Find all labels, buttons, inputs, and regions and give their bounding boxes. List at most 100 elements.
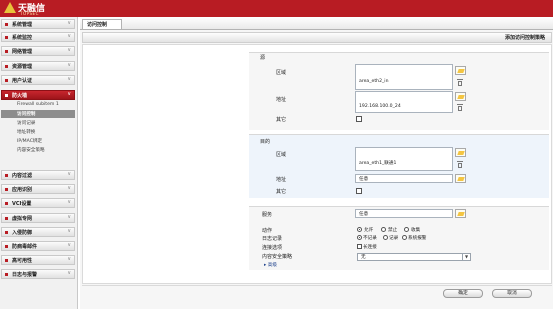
- edit-icon: [457, 151, 465, 155]
- long-connection-checkbox[interactable]: [357, 244, 362, 249]
- log-record-label: 记录: [389, 236, 399, 241]
- sidebar-subitem-access-control[interactable]: 访问控制: [1, 110, 75, 118]
- brand-logo: 天融信 TOPSEC: [4, 1, 84, 16]
- ok-button[interactable]: 确定: [443, 289, 483, 298]
- destination-zone-edit-button[interactable]: [455, 148, 466, 157]
- sidebar-subitem-content-policy[interactable]: 内容安全策略: [1, 146, 75, 154]
- sidebar-item-app-identification[interactable]: 应用识别 ∨: [1, 184, 75, 194]
- sidebar-item-label: 资源管理: [12, 64, 33, 70]
- log-none-label: 不记录: [363, 236, 377, 241]
- service-field[interactable]: 任意: [355, 209, 453, 218]
- bullet-icon: [5, 174, 8, 177]
- sidebar-item-high-availability[interactable]: 高可用性 ∨: [1, 255, 75, 265]
- bullet-icon: [5, 259, 8, 262]
- log-record-radio[interactable]: [383, 235, 388, 240]
- sidebar-item-label: 用户认证: [12, 78, 33, 84]
- bullet-icon: [5, 202, 8, 205]
- source-address-value: 192.168.100.0_24: [359, 104, 401, 109]
- long-connection-label: 长连接: [363, 245, 377, 250]
- bullet-icon: [5, 94, 8, 97]
- source-zone-value: area_eth2_in: [359, 79, 389, 84]
- destination-address-field[interactable]: 任意: [355, 174, 453, 183]
- advanced-link[interactable]: ▸ 高级: [264, 262, 277, 268]
- sidebar-subitem-nat[interactable]: 地址转换: [1, 128, 75, 136]
- bullet-icon: [5, 36, 8, 39]
- subitem-label: IP/MAC绑定: [17, 139, 43, 144]
- sidebar-item-label: 高可用性: [12, 258, 33, 264]
- bullet-icon: [5, 245, 8, 248]
- log-none-radio[interactable]: [357, 235, 362, 240]
- tab-access-control[interactable]: 访问控制: [82, 19, 122, 29]
- brand-name-en: TOPSEC: [20, 11, 39, 16]
- edit-icon: [457, 177, 465, 181]
- sidebar-item-log-alarm[interactable]: 日志与报警 ∨: [1, 269, 75, 279]
- source-other-checkbox[interactable]: [356, 116, 362, 122]
- sidebar-subitem-ip-mac-binding[interactable]: IP/MAC绑定: [1, 137, 75, 145]
- sidebar-item-label: 防火墙: [12, 93, 28, 99]
- bullet-icon: [5, 231, 8, 234]
- sidebar-item-antivirus-mail[interactable]: 防病毒邮件 ∨: [1, 241, 75, 251]
- action-deny-radio[interactable]: [381, 227, 386, 232]
- chevron-down-icon: ∨: [67, 47, 71, 53]
- destination-address-value: 任意: [359, 177, 369, 182]
- sidebar-item-ips[interactable]: 入侵防御 ∨: [1, 227, 75, 237]
- sidebar-item-system-management[interactable]: 系统管理 ∨: [1, 19, 75, 29]
- action-allow-radio[interactable]: [357, 227, 362, 232]
- source-title: 源: [260, 55, 266, 61]
- connection-label: 连接选项: [262, 245, 283, 251]
- edit-icon: [457, 69, 465, 73]
- source-zone-delete-icon[interactable]: [457, 79, 463, 86]
- action-collect-radio[interactable]: [404, 227, 409, 232]
- destination-zone-delete-icon[interactable]: [457, 161, 463, 168]
- service-edit-button[interactable]: [455, 209, 466, 218]
- chevron-down-icon: ∨: [67, 76, 71, 82]
- bullet-icon: [5, 23, 8, 26]
- source-address-label: 地址: [276, 97, 287, 103]
- destination-address-edit-button[interactable]: [455, 174, 466, 183]
- sidebar-item-vpn[interactable]: 虚拟专网 ∨: [1, 213, 75, 223]
- destination-zone-list[interactable]: area_eth1_联通1: [355, 147, 453, 171]
- subitem-label: 访问记录: [17, 121, 36, 126]
- sidebar-item-label: 入侵防御: [12, 230, 33, 236]
- sidebar-item-resource-management[interactable]: 资源管理 ∨: [1, 61, 75, 71]
- chevron-down-icon: ∨: [67, 33, 71, 39]
- destination-zone-value: area_eth1_联通1: [359, 161, 397, 166]
- bullet-icon: [5, 79, 8, 82]
- sidebar-item-user-auth[interactable]: 用户认证 ∨: [1, 75, 75, 85]
- service-label: 服务: [262, 212, 273, 218]
- source-zone-edit-button[interactable]: [455, 66, 466, 75]
- page-title-bar: 添加访问控制策略: [82, 32, 552, 43]
- action-collect-label: 收集: [411, 228, 421, 233]
- page-title: 添加访问控制策略: [504, 35, 545, 41]
- bullet-icon: [5, 273, 8, 276]
- action-deny-label: 禁止: [388, 228, 398, 233]
- sidebar-item-label: 防病毒邮件: [12, 244, 38, 250]
- sidebar-item-network-management[interactable]: 网络管理 ∨: [1, 46, 75, 56]
- bullet-icon: [5, 65, 8, 68]
- sidebar-item-firewall[interactable]: 防火墙 ∨: [1, 90, 75, 100]
- tab-bar: [80, 17, 553, 30]
- source-address-edit-button[interactable]: [455, 92, 466, 101]
- service-value: 任意: [359, 212, 369, 217]
- source-address-list[interactable]: 192.168.100.0_24: [355, 91, 453, 113]
- cancel-button[interactable]: 取消: [492, 289, 532, 298]
- sidebar-subitem-access-log[interactable]: 访问记录: [1, 119, 75, 127]
- log-alarm-radio[interactable]: [402, 235, 407, 240]
- content-policy-select[interactable]: 无 ▼: [357, 253, 471, 261]
- bullet-icon: [5, 50, 8, 53]
- sidebar-subitem-1[interactable]: Firewall subitem 1: [1, 101, 75, 109]
- sidebar-item-label: 内容过滤: [12, 173, 33, 179]
- source-address-delete-icon[interactable]: [457, 104, 463, 111]
- source-other-label: 其它: [276, 117, 287, 123]
- log-label: 日志记录: [262, 236, 283, 242]
- destination-other-checkbox[interactable]: [356, 188, 362, 194]
- logo-mark-icon: [4, 2, 16, 13]
- sidebar-item-vci-settings[interactable]: VCI设置 ∨: [1, 198, 75, 208]
- chevron-down-icon: ∨: [67, 171, 71, 177]
- sidebar-item-label: 系统管理: [12, 22, 33, 28]
- destination-zone-label: 区域: [276, 152, 287, 158]
- chevron-down-icon: ∨: [67, 185, 71, 191]
- sidebar-item-system-monitor[interactable]: 系统监控 ∨: [1, 32, 75, 42]
- source-zone-list[interactable]: area_eth2_in: [355, 64, 453, 90]
- sidebar-item-content-filter[interactable]: 内容过滤 ∨: [1, 170, 75, 180]
